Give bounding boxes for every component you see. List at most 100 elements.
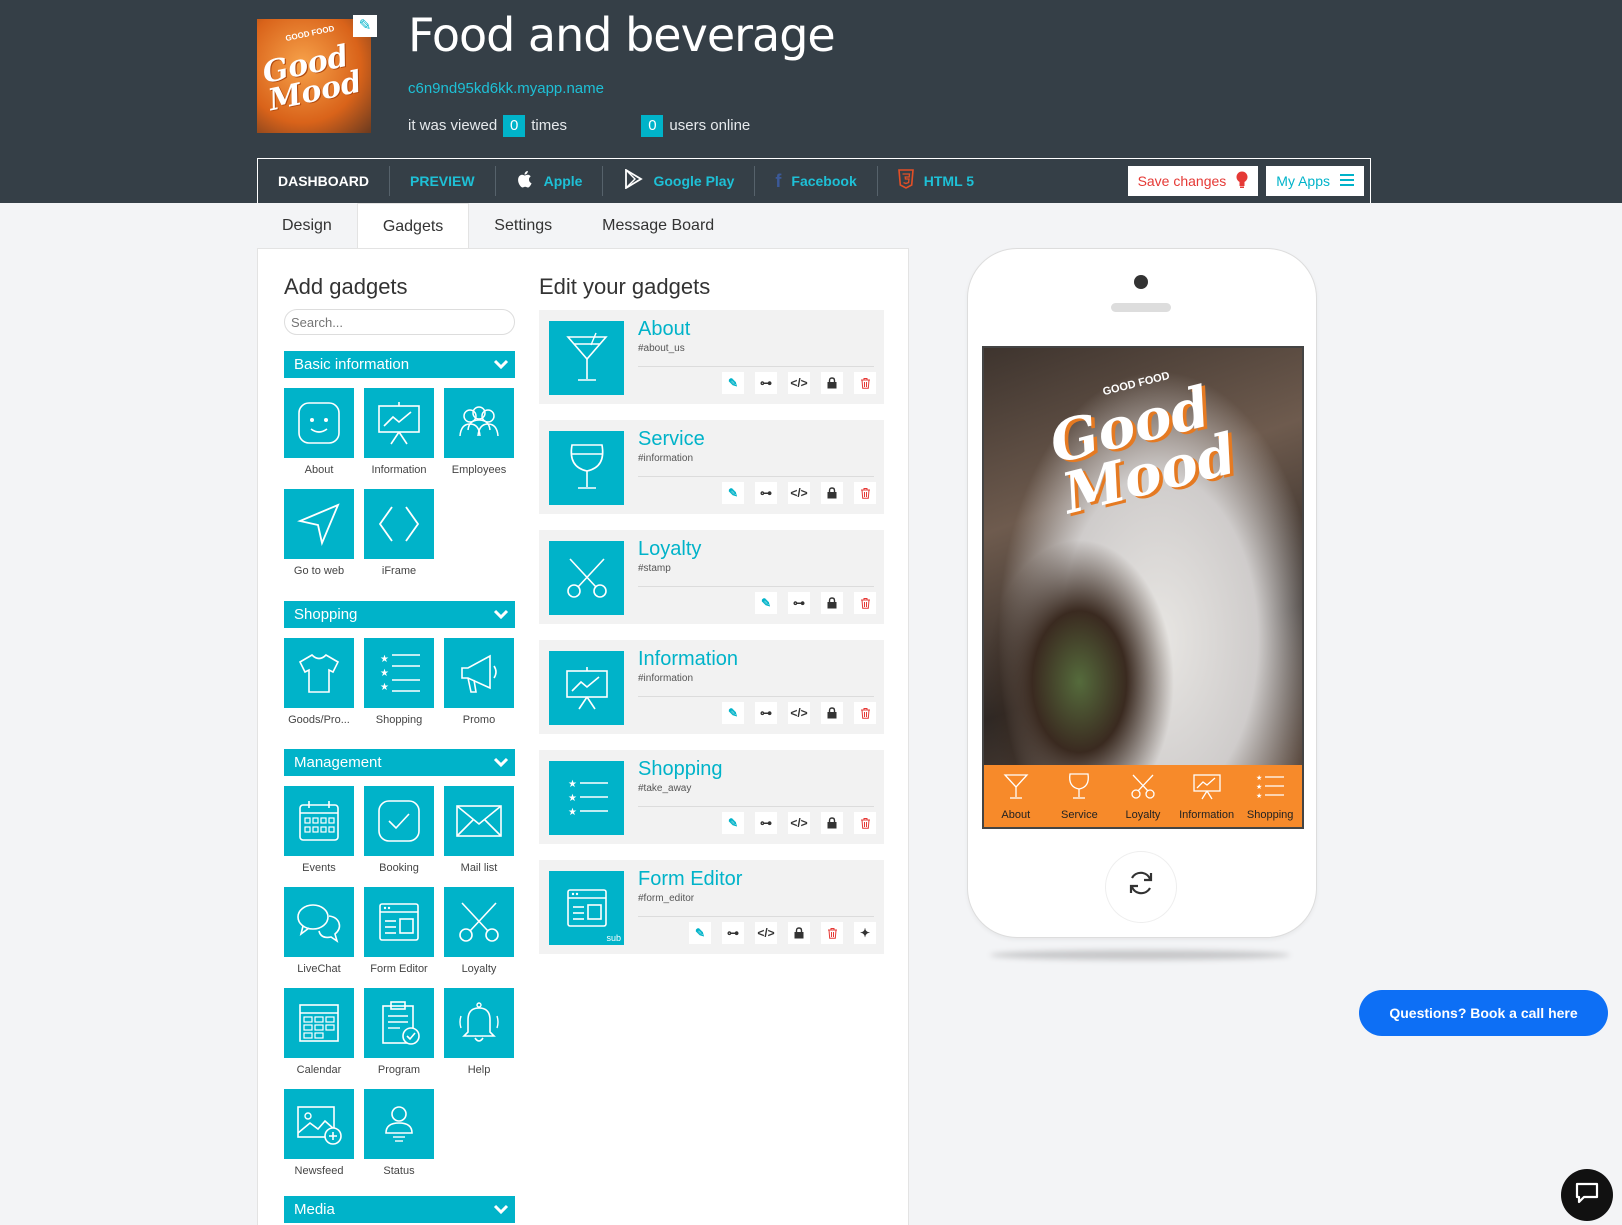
- tab-message-board[interactable]: Message Board: [577, 203, 739, 249]
- gadget-form-editor[interactable]: Form Editor: [364, 887, 434, 975]
- gadget-label: iFrame: [381, 565, 417, 577]
- menu-icon: [1340, 173, 1354, 190]
- gadget-status[interactable]: Status: [364, 1089, 434, 1177]
- cocktail-icon[interactable]: [549, 321, 624, 395]
- link-icon[interactable]: ⊶: [755, 372, 777, 394]
- sparkle-add-icon[interactable]: ✦: [854, 922, 876, 944]
- chevron-down-icon: [493, 749, 509, 785]
- category-management[interactable]: Management: [284, 749, 515, 776]
- trash-icon[interactable]: [854, 812, 876, 834]
- gadget-about[interactable]: About: [284, 388, 354, 476]
- app-tab-information[interactable]: Information: [1175, 765, 1239, 827]
- presentation-icon[interactable]: [549, 651, 624, 725]
- tab-gadgets[interactable]: Gadgets: [356, 203, 470, 249]
- nav-html5[interactable]: HTML 5: [878, 166, 994, 196]
- gadget-shopping[interactable]: ★ ★ ★ Shopping: [364, 638, 434, 726]
- pencil-icon[interactable]: ✎: [722, 812, 744, 834]
- category-basic-information[interactable]: Basic information: [284, 351, 515, 378]
- trash-icon[interactable]: [821, 922, 843, 944]
- app-tab-service[interactable]: Service: [1048, 765, 1112, 827]
- gadget-search-input[interactable]: [284, 309, 515, 335]
- list-icon[interactable]: ★ ★ ★: [549, 761, 624, 835]
- pencil-icon[interactable]: ✎: [722, 702, 744, 724]
- book-a-call-button[interactable]: Questions? Book a call here: [1359, 990, 1608, 1036]
- gadget-livechat[interactable]: LiveChat: [284, 887, 354, 975]
- gadget-tag: #take_away: [638, 783, 692, 794]
- gadget-title: Loyalty: [638, 538, 702, 560]
- top-header: GOOD FOOD Good Mood ✎ Food and beverage …: [0, 0, 1622, 203]
- svg-text:★: ★: [380, 654, 389, 665]
- pencil-icon[interactable]: ✎: [689, 922, 711, 944]
- link-icon[interactable]: ⊶: [788, 592, 810, 614]
- scissors-icon[interactable]: [549, 541, 624, 615]
- app-tab-loyalty[interactable]: Loyalty: [1111, 765, 1175, 827]
- category-shopping[interactable]: Shopping: [284, 601, 515, 628]
- trash-icon[interactable]: [854, 592, 876, 614]
- lock-icon[interactable]: [788, 922, 810, 944]
- gadget-iframe[interactable]: iFrame: [364, 489, 434, 577]
- refresh-preview-button[interactable]: [1106, 852, 1176, 922]
- gadget-tag: #information: [638, 673, 694, 684]
- trash-icon[interactable]: [854, 702, 876, 724]
- tab-settings[interactable]: Settings: [469, 203, 577, 249]
- code-icon[interactable]: </>: [788, 482, 810, 504]
- link-icon[interactable]: ⊶: [722, 922, 744, 944]
- wine-glass-icon[interactable]: [549, 431, 624, 505]
- gadget-program[interactable]: Program: [364, 988, 434, 1076]
- gadget-title: About: [638, 318, 691, 340]
- tab-design[interactable]: Design: [257, 203, 357, 249]
- nav-apple[interactable]: Apple: [496, 166, 604, 196]
- gadget-label: Loyalty: [461, 963, 497, 975]
- gadget-promo[interactable]: Promo: [444, 638, 514, 726]
- gadget-employees[interactable]: Employees: [444, 388, 514, 476]
- code-icon[interactable]: </>: [788, 812, 810, 834]
- code-icon[interactable]: </>: [788, 372, 810, 394]
- edit-logo-icon[interactable]: ✎: [353, 15, 377, 37]
- link-icon[interactable]: ⊶: [755, 812, 777, 834]
- nav-google-play[interactable]: Google Play: [603, 166, 756, 196]
- gadget-newsfeed[interactable]: Newsfeed: [284, 1089, 354, 1177]
- app-url-link[interactable]: c6n9nd95kd6kk.myapp.name: [408, 80, 604, 97]
- svg-text:★: ★: [380, 682, 389, 693]
- nav-facebook[interactable]: f Facebook: [755, 166, 878, 196]
- category-media[interactable]: Media: [284, 1196, 515, 1223]
- gadget-events[interactable]: Events: [284, 786, 354, 874]
- gadget-go-to-web[interactable]: Go to web: [284, 489, 354, 577]
- save-changes-button[interactable]: Save changes: [1127, 166, 1259, 196]
- link-icon[interactable]: ⊶: [755, 702, 777, 724]
- form-icon[interactable]: sub: [549, 871, 624, 945]
- gadget-calendar[interactable]: Calendar: [284, 988, 354, 1076]
- lock-icon[interactable]: [821, 812, 843, 834]
- app-tab-shopping[interactable]: ★ ★ ★ Shopping: [1238, 765, 1302, 827]
- support-chat-button[interactable]: [1561, 1169, 1613, 1221]
- lock-icon[interactable]: [821, 482, 843, 504]
- code-icon[interactable]: </>: [788, 702, 810, 724]
- app-tab-about[interactable]: About: [984, 765, 1048, 827]
- gadget-mail-list[interactable]: Mail list: [444, 786, 514, 874]
- gadget-help[interactable]: Help: [444, 988, 514, 1076]
- lock-icon[interactable]: [821, 372, 843, 394]
- gadget-information[interactable]: Information: [364, 388, 434, 476]
- nav-dashboard[interactable]: DASHBOARD: [258, 166, 390, 196]
- pencil-icon[interactable]: ✎: [755, 592, 777, 614]
- trash-icon[interactable]: [854, 372, 876, 394]
- bell-icon: [444, 988, 514, 1058]
- pencil-icon[interactable]: ✎: [722, 482, 744, 504]
- my-apps-label: My Apps: [1276, 173, 1330, 189]
- code-icon[interactable]: </>: [755, 922, 777, 944]
- pencil-icon[interactable]: ✎: [722, 372, 744, 394]
- gadget-goods-products[interactable]: Goods/Pro...: [284, 638, 354, 726]
- gadget-loyalty[interactable]: Loyalty: [444, 887, 514, 975]
- gadget-actions: ✎ ⊶ </>: [722, 702, 876, 724]
- my-apps-button[interactable]: My Apps: [1266, 166, 1364, 196]
- image-add-icon: [284, 1089, 354, 1159]
- gadget-booking[interactable]: Booking: [364, 786, 434, 874]
- lock-icon[interactable]: [821, 592, 843, 614]
- svg-text:★: ★: [568, 779, 577, 790]
- app-cover-image: GOOD FOOD Good Mood: [984, 348, 1302, 765]
- chat-bubble-icon: [1574, 1181, 1600, 1210]
- link-icon[interactable]: ⊶: [755, 482, 777, 504]
- nav-preview[interactable]: PREVIEW: [390, 166, 496, 196]
- trash-icon[interactable]: [854, 482, 876, 504]
- lock-icon[interactable]: [821, 702, 843, 724]
